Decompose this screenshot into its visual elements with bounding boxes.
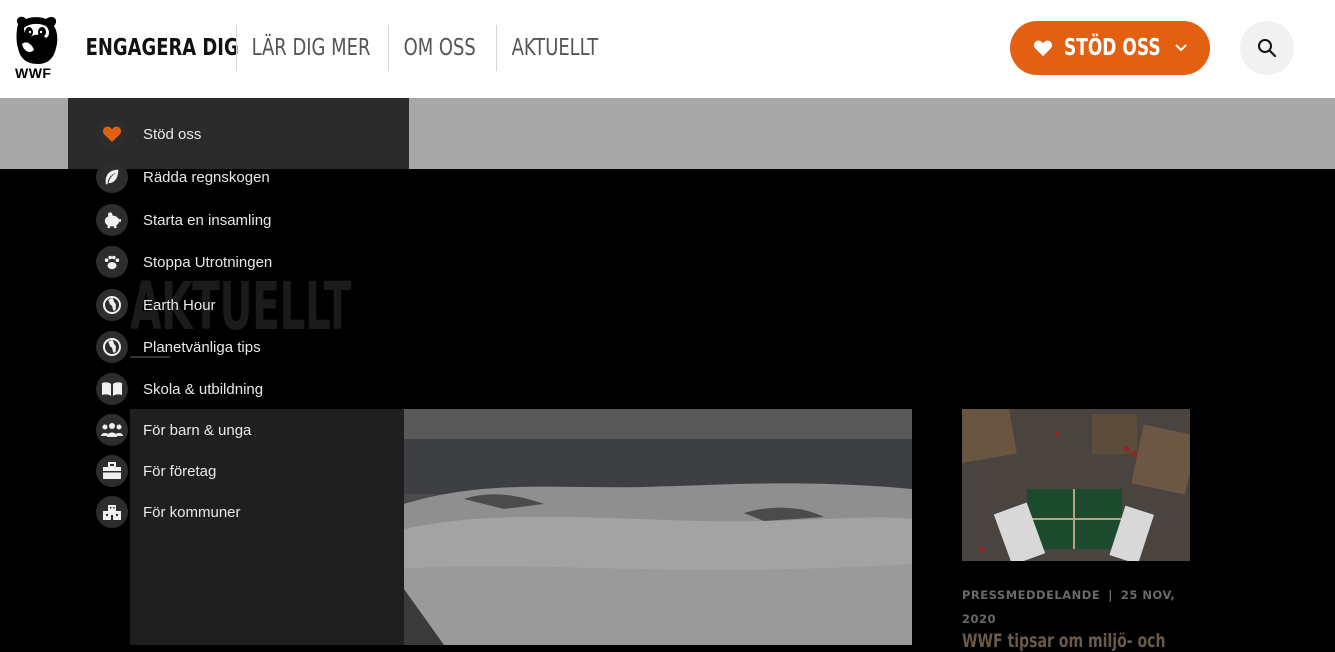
menu-item-earth-hour[interactable]: Earth Hour [96,289,216,321]
menu-item-label: Planetvänliga tips [143,338,261,356]
menu-item-label: Stoppa Utrotningen [143,253,273,271]
menu-item-radda-regnskogen[interactable]: Rädda regnskogen [96,161,270,193]
heart-icon [96,118,128,150]
nav-item-om-oss[interactable]: OM OSS [388,25,491,71]
news-card-photo[interactable] [962,409,1190,561]
menu-item-label: För företag [143,462,217,480]
nav-item-lar-dig-mer[interactable]: LÄR DIG MER [236,25,386,71]
menu-item-starta-insamling[interactable]: Starta en insamling [96,204,271,236]
menu-item-stoppa-utrotningen[interactable]: Stoppa Utrotningen [96,246,272,278]
donate-button[interactable]: STÖD OSS [1010,21,1210,75]
search-icon [1258,39,1277,58]
menu-item-label: Earth Hour [143,296,216,314]
briefcase-icon [96,455,128,487]
menu-item-label: För barn & unga [143,421,252,439]
nav-item-engagera-dig[interactable]: ENGAGERA DIG [70,25,254,71]
site-header: WWF ENGAGERA DIG LÄR DIG MER OM OSS AKTU… [0,0,1335,98]
news-card-meta: PRESSMEDDELANDE | 25 NOV, 2020 [962,583,1202,631]
logo-wordmark: WWF [15,65,52,81]
leaf-icon [96,161,128,193]
menu-item-label: Stöd oss [143,125,202,143]
menu-item-label: Rädda regnskogen [143,168,270,186]
news-card-category: PRESSMEDDELANDE [962,588,1101,602]
people-icon [96,414,128,446]
search-button[interactable] [1240,21,1294,75]
globe-icon [96,331,128,363]
menu-item-label: Skola & utbildning [143,380,264,398]
piggy-bank-icon [96,204,128,236]
nav-item-aktuellt[interactable]: AKTUELLT [496,25,614,71]
menu-item-foretag[interactable]: För företag [96,455,216,487]
heart-icon [1033,40,1052,57]
book-icon [96,373,128,405]
building-icon [96,496,128,528]
donate-button-label: STÖD OSS [1063,35,1161,61]
globe-icon [96,289,128,321]
news-card-title[interactable]: WWF tipsar om miljö- och [962,630,1166,652]
meta-separator: | [1108,588,1113,602]
menu-item-stod-oss[interactable]: Stöd oss [96,118,201,150]
menu-item-label: För kommuner [143,503,241,521]
paw-icon [96,246,128,278]
menu-item-planetvanliga-tips[interactable]: Planetvänliga tips [96,331,261,363]
menu-item-label: Starta en insamling [143,211,272,229]
menu-item-kommuner[interactable]: För kommuner [96,496,241,528]
chevron-down-icon [1175,44,1187,52]
menu-item-barn-unga[interactable]: För barn & unga [96,414,251,446]
menu-item-skola-utbildning[interactable]: Skola & utbildning [96,373,263,405]
hero-photo[interactable] [404,409,912,645]
